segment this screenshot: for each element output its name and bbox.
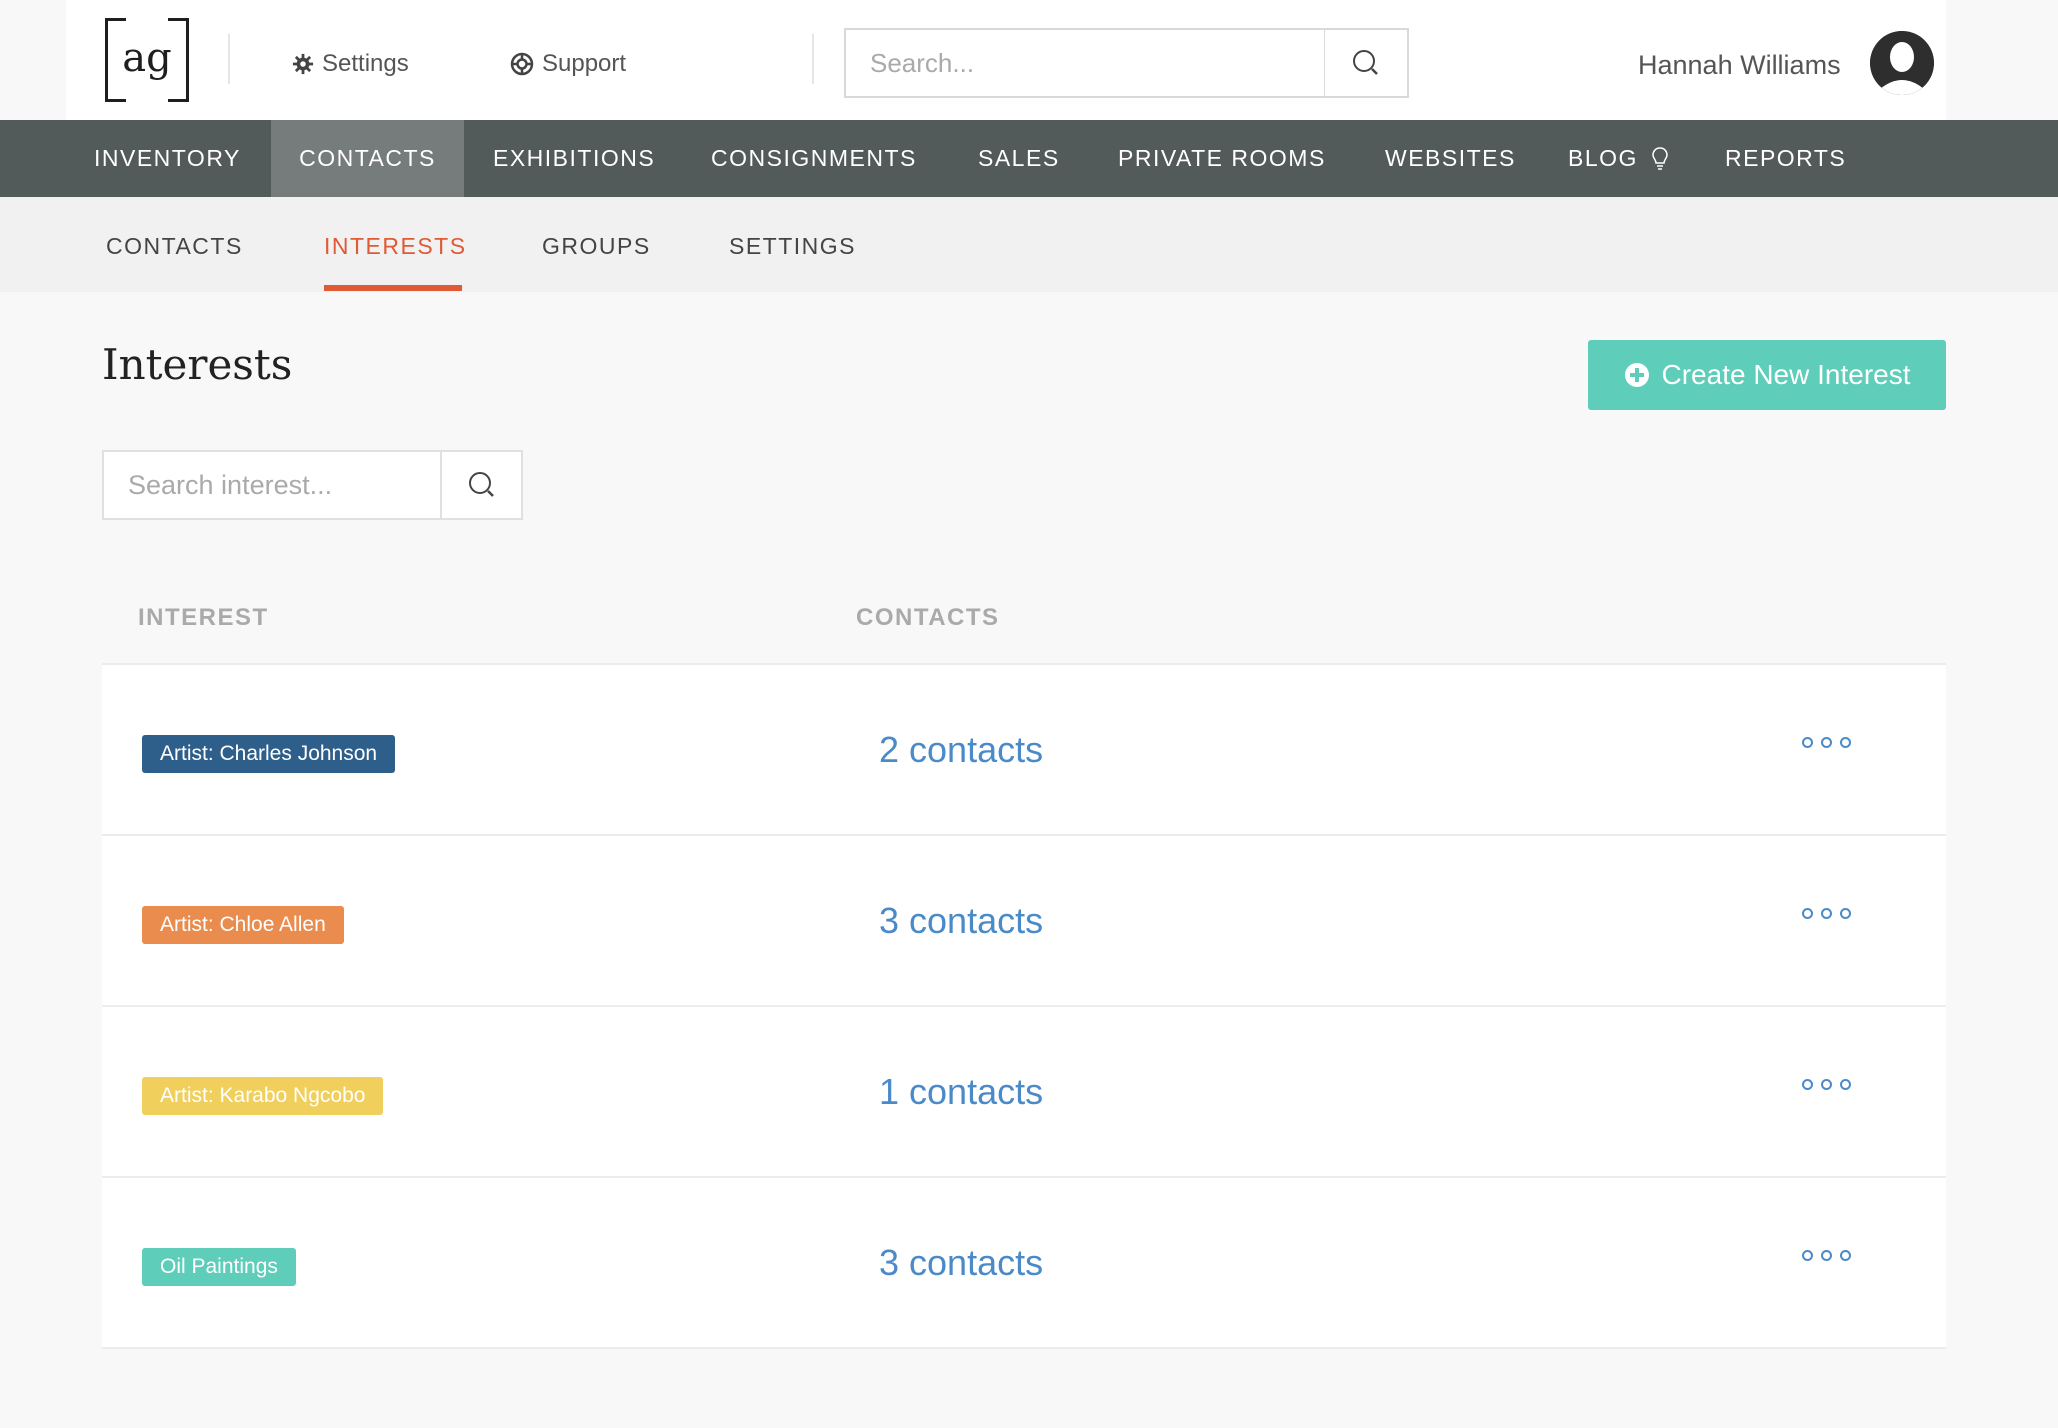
top-header: ag Settings Support Search... Hannah Wil…: [0, 0, 2058, 120]
lightbulb-icon: [1652, 146, 1668, 170]
create-new-interest-button[interactable]: Create New Interest: [1588, 340, 1946, 410]
nav-exhibitions-label: EXHIBITIONS: [493, 145, 656, 171]
interest-search-button[interactable]: [441, 450, 523, 520]
table-row: Artist: Charles Johnson 2 contacts: [102, 665, 1946, 836]
page-title: Interests: [102, 340, 293, 389]
more-options-icon[interactable]: [1802, 908, 1851, 919]
global-search-button[interactable]: [1325, 28, 1409, 98]
sub-nav: CONTACTS INTERESTS GROUPS SETTINGS: [0, 197, 2058, 292]
interest-tag[interactable]: Artist: Chloe Allen: [142, 906, 344, 944]
subnav-interests[interactable]: INTERESTS: [324, 233, 467, 260]
interest-tag[interactable]: Oil Paintings: [142, 1248, 296, 1286]
plus-circle-icon: [1624, 363, 1649, 387]
more-options-icon[interactable]: [1802, 1079, 1851, 1090]
global-search-placeholder: Search...: [870, 47, 975, 78]
active-tab-indicator: [324, 285, 462, 291]
nav-private-rooms-label: PRIVATE ROOMS: [1118, 145, 1326, 171]
table-row: Artist: Chloe Allen 3 contacts: [102, 836, 1946, 1007]
interest-tag[interactable]: Artist: Karabo Ngcobo: [142, 1077, 384, 1115]
nav-exhibitions[interactable]: EXHIBITIONS: [493, 120, 655, 197]
contacts-count-link[interactable]: 2 contacts: [879, 729, 1043, 771]
interest-tag[interactable]: Artist: Charles Johnson: [142, 735, 396, 773]
logo-text: ag: [122, 35, 172, 81]
avatar[interactable]: [1870, 31, 1934, 95]
subnav-groups[interactable]: GROUPS: [542, 233, 651, 260]
nav-reports-label: REPORTS: [1725, 145, 1847, 171]
nav-sales[interactable]: SALES: [978, 120, 1060, 197]
nav-inventory[interactable]: INVENTORY: [94, 120, 241, 197]
main-nav: INVENTORY CONTACTS EXHIBITIONS CONSIGNME…: [0, 120, 2058, 197]
user-icon: [1870, 31, 1934, 95]
global-search-input[interactable]: Search...: [844, 28, 1326, 98]
nav-inventory-label: INVENTORY: [94, 145, 241, 171]
subnav-settings[interactable]: SETTINGS: [729, 233, 856, 260]
contacts-count-link[interactable]: 3 contacts: [879, 1242, 1043, 1284]
contacts-count-link[interactable]: 1 contacts: [879, 1071, 1043, 1113]
nav-sales-label: SALES: [978, 145, 1060, 171]
nav-consignments-label: CONSIGNMENTS: [711, 145, 917, 171]
nav-contacts[interactable]: CONTACTS: [271, 120, 464, 197]
table-row: Artist: Karabo Ngcobo 1 contacts: [102, 1007, 1946, 1178]
settings-link[interactable]: Settings: [292, 50, 409, 78]
nav-blog[interactable]: BLOG: [1568, 120, 1668, 197]
nav-contacts-label: CONTACTS: [299, 145, 436, 171]
interest-search-input[interactable]: Search interest...: [102, 450, 442, 520]
search-icon: [468, 472, 494, 497]
nav-blog-label: BLOG: [1568, 145, 1638, 171]
nav-websites-label: WEBSITES: [1385, 145, 1516, 171]
header-divider: [228, 34, 230, 84]
lifebuoy-icon: [510, 52, 534, 76]
support-link[interactable]: Support: [510, 50, 626, 78]
subnav-contacts[interactable]: CONTACTS: [106, 233, 243, 260]
table-row: Oil Paintings 3 contacts: [102, 1178, 1946, 1349]
support-label: Support: [542, 50, 627, 77]
more-options-icon[interactable]: [1802, 737, 1851, 748]
nav-websites[interactable]: WEBSITES: [1385, 120, 1516, 197]
nav-private-rooms[interactable]: PRIVATE ROOMS: [1118, 120, 1326, 197]
header-divider: [812, 34, 814, 84]
contacts-count-link[interactable]: 3 contacts: [879, 900, 1043, 942]
search-icon: [1353, 50, 1378, 75]
column-header-contacts[interactable]: CONTACTS: [856, 604, 1000, 632]
create-new-interest-label: Create New Interest: [1661, 359, 1911, 390]
ag-logo[interactable]: ag: [105, 17, 189, 103]
nav-reports[interactable]: REPORTS: [1725, 120, 1846, 197]
gear-icon: [292, 53, 314, 75]
interest-search-placeholder: Search interest...: [128, 469, 333, 500]
more-options-icon[interactable]: [1802, 1250, 1851, 1261]
column-header-interest[interactable]: INTEREST: [138, 604, 269, 632]
nav-consignments[interactable]: CONSIGNMENTS: [711, 120, 917, 197]
settings-label: Settings: [322, 50, 409, 77]
user-name[interactable]: Hannah Williams: [1638, 50, 1841, 81]
